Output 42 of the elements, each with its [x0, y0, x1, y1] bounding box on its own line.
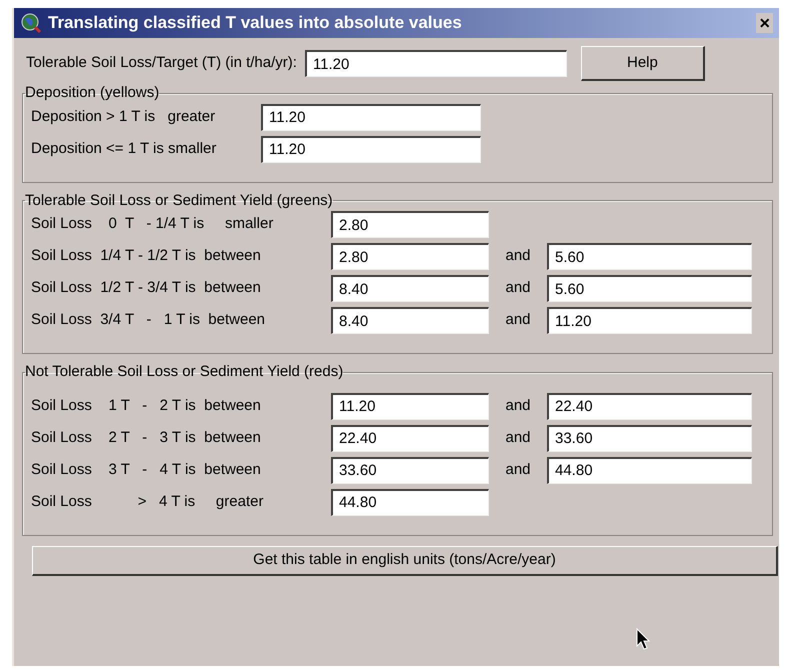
value-field[interactable]: 22.40 [331, 424, 489, 452]
and-label: and [504, 246, 532, 266]
close-button[interactable]: × [756, 13, 773, 33]
row-label: Deposition > 1 T is greater [31, 106, 216, 127]
group-title: Tolerable Soil Loss or Sediment Yield (greens) [25, 192, 333, 209]
value-field[interactable]: 33.60 [331, 456, 489, 484]
value-field[interactable]: 33.60 [547, 424, 752, 452]
value-field[interactable]: 2.80 [331, 211, 489, 238]
row-label: Soil Loss > 4 T is greater [31, 492, 264, 512]
window-title: Translating classified T values into absolute values [48, 12, 463, 34]
row-label: Soil Loss 1/4 T - 1/2 T is between [31, 246, 262, 266]
value-field[interactable]: 11.20 [331, 392, 489, 420]
value-field[interactable]: 8.40 [331, 275, 489, 302]
target-label: Tolerable Soil Loss/Target (T) (in t/ha/yr): [26, 53, 297, 74]
and-label: and [504, 278, 532, 298]
row-label: Soil Loss 3 T - 4 T is between [31, 460, 262, 480]
group-title: Not Tolerable Soil Loss or Sediment Yield (reds) [25, 364, 344, 380]
value-field[interactable]: 5.60 [547, 243, 752, 270]
value-field[interactable]: 11.20 [547, 307, 752, 334]
value-field[interactable]: 44.80 [331, 488, 489, 516]
value-field[interactable]: 22.40 [547, 392, 752, 420]
row-label: Soil Loss 1 T - 2 T is between [31, 396, 262, 416]
group-title: Deposition (yellows) [25, 85, 160, 102]
and-label: and [504, 460, 532, 480]
value-field[interactable]: 8.40 [331, 307, 489, 334]
row-label: Soil Loss 2 T - 3 T is between [31, 428, 262, 448]
value-field[interactable]: 2.80 [331, 243, 489, 270]
value-field[interactable]: 5.60 [547, 275, 752, 302]
row-label: Deposition <= 1 T is smaller [31, 138, 218, 159]
value-field[interactable]: 44.80 [547, 456, 752, 484]
value-field[interactable]: 11.20 [261, 104, 481, 130]
cursor-icon [636, 628, 652, 652]
row-label: Soil Loss 0 T - 1/4 T is smaller [31, 214, 274, 234]
row-label: Soil Loss 3/4 T - 1 T is between [31, 310, 266, 330]
target-field[interactable]: 11.20 [304, 50, 567, 77]
and-label: and [504, 396, 532, 416]
value-field[interactable]: 11.20 [261, 136, 481, 162]
help-button[interactable]: Help [580, 46, 705, 81]
row-label: Soil Loss 1/2 T - 3/4 T is between [31, 278, 262, 298]
english-units-button[interactable]: Get this table in english units (tons/Acre/year) [32, 546, 778, 576]
and-label: and [504, 428, 532, 448]
and-label: and [504, 310, 532, 330]
